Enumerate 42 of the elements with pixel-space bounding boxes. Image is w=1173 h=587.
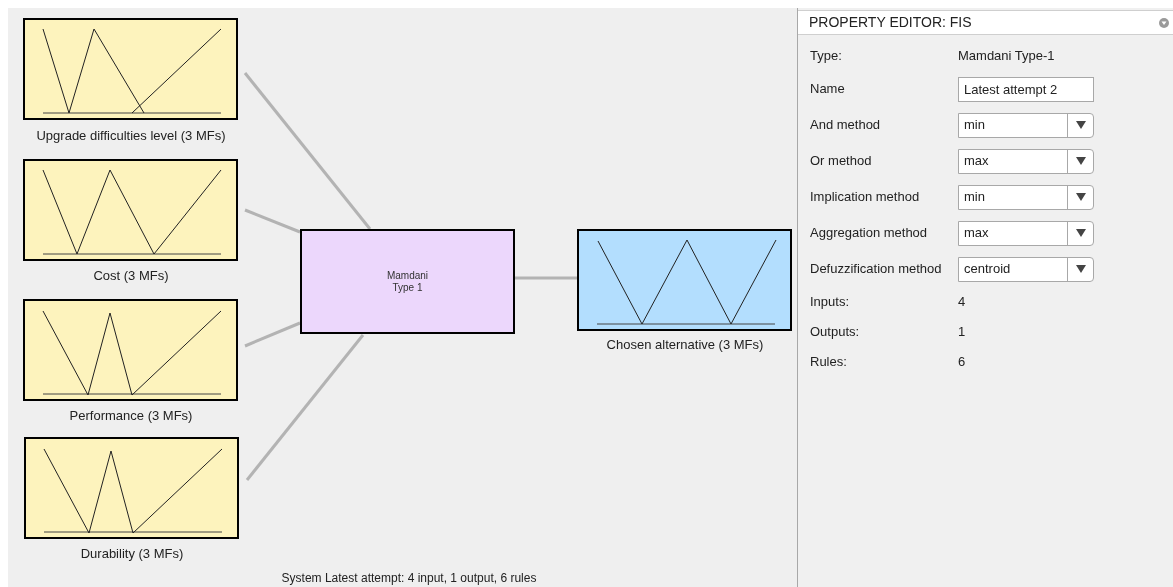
method-dropdown[interactable]: max xyxy=(958,220,1094,246)
output-node[interactable] xyxy=(577,229,792,331)
collapse-icon[interactable] xyxy=(1159,17,1169,28)
property-label: And method xyxy=(810,116,882,135)
system-node[interactable]: Mamdani Type 1 xyxy=(300,229,515,334)
property-label: Defuzzification method xyxy=(810,260,943,279)
property-value: 6 xyxy=(958,353,966,372)
property-value: Mamdani Type-1 xyxy=(958,47,1055,66)
input-label: Upgrade difficulties level (3 MFs) xyxy=(36,127,226,145)
property-label: Or method xyxy=(810,152,873,171)
caret-icon xyxy=(1075,121,1086,129)
input-node[interactable] xyxy=(23,159,238,261)
property-value: 1 xyxy=(958,323,966,342)
property-value: 4 xyxy=(958,293,966,312)
method-dropdown[interactable]: min xyxy=(958,184,1094,210)
input-node[interactable] xyxy=(23,18,238,120)
caret-icon xyxy=(1075,157,1086,165)
property-label: Inputs: xyxy=(810,293,851,312)
input-node[interactable] xyxy=(23,299,238,401)
caret-icon xyxy=(1075,229,1086,237)
system-type-text: Type 1 xyxy=(392,281,423,294)
property-label: Outputs: xyxy=(810,323,861,342)
property-label: Aggregation method xyxy=(810,224,929,243)
input-label: Performance (3 MFs) xyxy=(69,407,193,425)
system-type-text: Mamdani xyxy=(386,269,429,282)
input-label: Durability (3 MFs) xyxy=(80,545,184,563)
caret-icon xyxy=(1075,265,1086,273)
property-label: Type: xyxy=(810,47,843,66)
status-text: System Latest attempt: 4 input, 1 output, 6 rules xyxy=(281,570,537,587)
caret-icon xyxy=(1075,193,1086,201)
output-label: Chosen alternative (3 MFs) xyxy=(606,336,764,354)
method-dropdown[interactable]: centroid xyxy=(958,256,1094,282)
property-label: Rules: xyxy=(810,353,848,372)
panel-title: PROPERTY EDITOR: FIS xyxy=(809,13,972,32)
property-label: Implication method xyxy=(810,188,921,207)
name-field[interactable]: Latest attempt 2 xyxy=(958,76,1094,102)
property-label: Name xyxy=(810,80,846,99)
input-node[interactable] xyxy=(24,437,239,539)
connector-line xyxy=(515,276,577,280)
method-dropdown[interactable]: max xyxy=(958,148,1094,174)
method-dropdown[interactable]: min xyxy=(958,112,1094,138)
input-label: Cost (3 MFs) xyxy=(93,267,169,285)
